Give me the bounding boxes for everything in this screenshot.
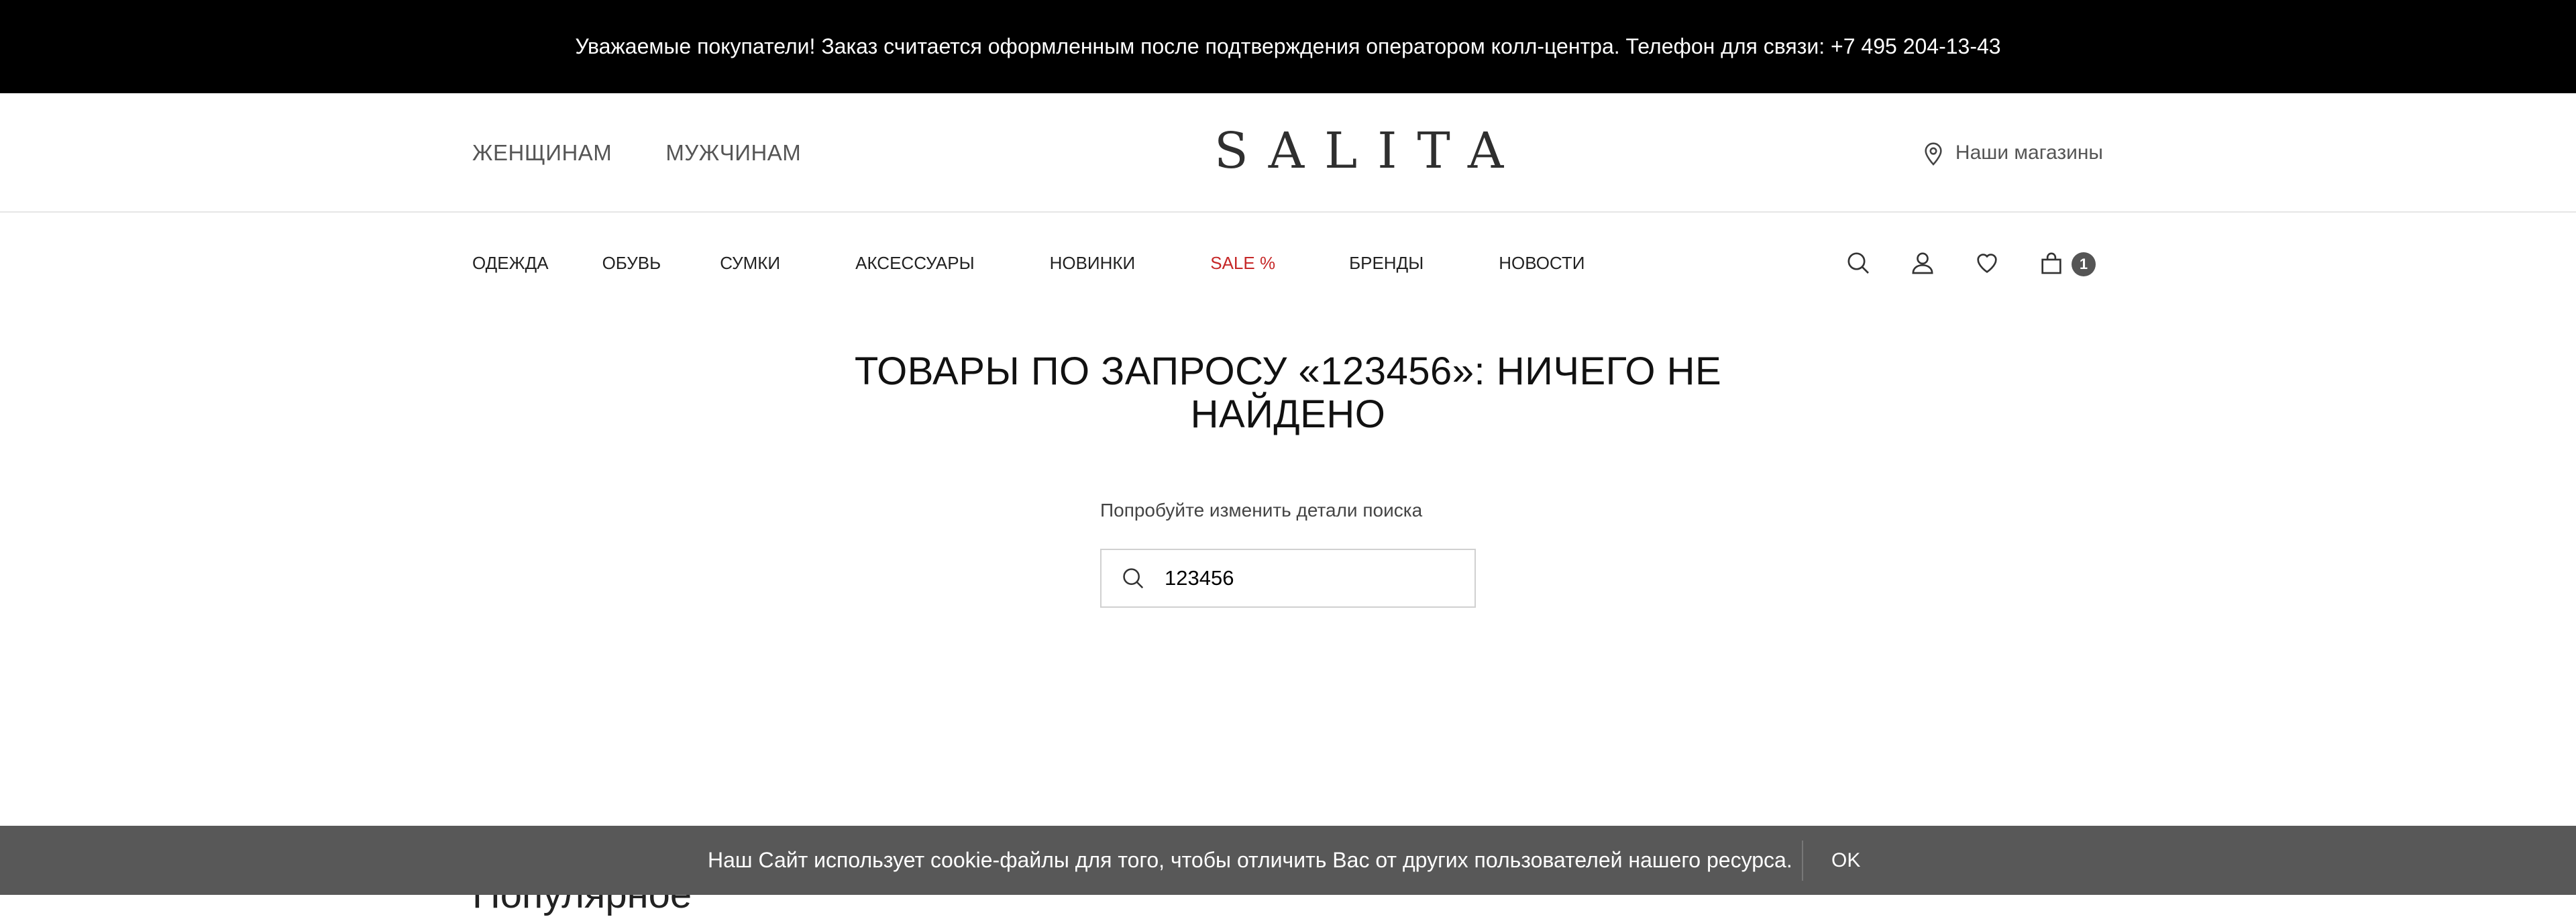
category-nav: ОДЕЖДА ОБУВЬ СУМКИ АКСЕССУАРЫ НОВИНКИ SA…: [0, 213, 2576, 313]
category-clothing[interactable]: ОДЕЖДА: [472, 253, 549, 274]
location-pin-icon: [1925, 142, 1942, 166]
salita-logo[interactable]: SALITA: [1214, 124, 1503, 178]
cookie-banner: Наш Сайт использует cookie-файлы для тог…: [0, 826, 2576, 895]
cookie-divider: [1802, 841, 1803, 881]
announcement-text: Уважаемые покупатели! Заказ считается оф…: [575, 34, 2001, 58]
cart-count-badge: 1: [2072, 252, 2096, 276]
category-brands[interactable]: БРЕНДЫ: [1349, 253, 1424, 274]
search-box: [1100, 549, 1476, 608]
search-input[interactable]: [1163, 565, 1448, 591]
category-new[interactable]: НОВИНКИ: [1050, 253, 1136, 274]
cookie-text: Наш Сайт использует cookie-файлы для тог…: [708, 848, 1792, 872]
category-sale[interactable]: SALE %: [1210, 253, 1275, 274]
gender-nav: ЖЕНЩИНАМ МУЖЧИНАМ: [472, 93, 801, 213]
category-bags[interactable]: СУМКИ: [720, 253, 780, 274]
heart-icon[interactable]: [1974, 250, 2000, 276]
user-icon[interactable]: [1909, 250, 1936, 276]
cookie-ok-button[interactable]: OK: [1831, 826, 1860, 895]
category-shoes[interactable]: ОБУВЬ: [602, 253, 661, 274]
search-hint: Попробуйте изменить детали поиска: [1100, 500, 1423, 521]
search-icon: [1123, 568, 1144, 589]
search-icon[interactable]: [1845, 250, 1872, 276]
bag-icon[interactable]: [2038, 250, 2065, 276]
header-icons: [1845, 213, 2065, 313]
announcement-bar: Уважаемые покупатели! Заказ считается оф…: [0, 0, 2576, 93]
site-header: ЖЕНЩИНАМ МУЖЧИНАМ SALITA Наши магазины: [0, 93, 2576, 213]
category-news[interactable]: НОВОСТИ: [1499, 253, 1585, 274]
category-accessories[interactable]: АКСЕССУАРЫ: [855, 253, 974, 274]
nav-women-link[interactable]: ЖЕНЩИНАМ: [472, 140, 612, 166]
category-list: ОДЕЖДА ОБУВЬ СУМКИ АКСЕССУАРЫ НОВИНКИ SA…: [472, 213, 1585, 313]
stores-link[interactable]: Наши магазины: [1922, 93, 2103, 213]
stores-label: Наши магазины: [1955, 142, 2103, 164]
search-result-title: ТОВАРЫ ПО ЗАПРОСУ «123456»: НИЧЕГО НЕ НА…: [854, 349, 1722, 436]
nav-men-link[interactable]: МУЖЧИНАМ: [665, 140, 801, 166]
